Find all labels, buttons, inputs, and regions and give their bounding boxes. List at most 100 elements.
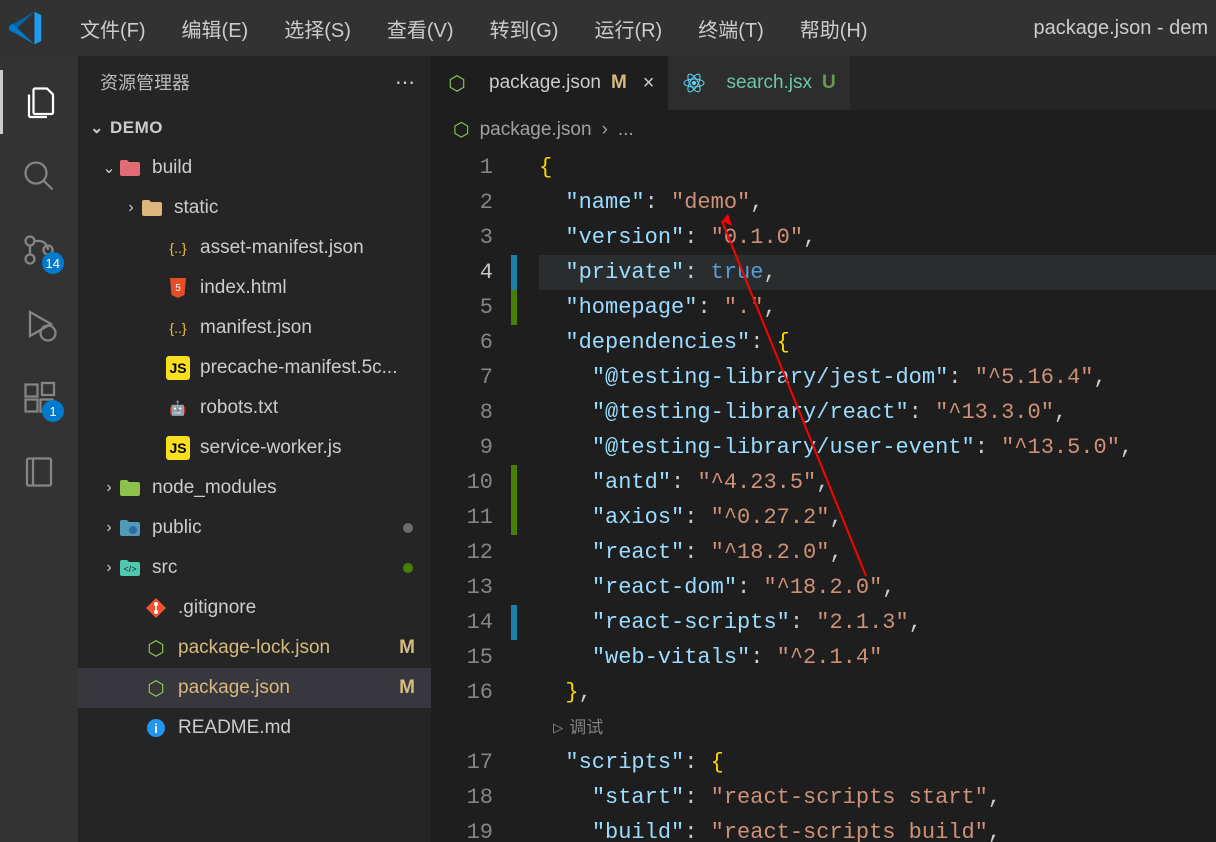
breadcrumbs[interactable]: ⬡ package.json › ... — [431, 110, 1216, 150]
gutter-blank — [511, 675, 517, 710]
code-line[interactable]: "@testing-library/user-event": "^13.5.0"… — [539, 430, 1216, 465]
tree-file[interactable]: .gitignore — [78, 588, 431, 628]
tree-item-label: package.json — [178, 677, 399, 699]
tree-file[interactable]: JS service-worker.js — [78, 428, 431, 468]
folder-header[interactable]: ⌄ DEMO — [78, 108, 431, 148]
activity-bar: 14 1 — [0, 56, 78, 842]
tree-folder[interactable]: ⌄build — [78, 148, 431, 188]
folder-icon — [118, 476, 142, 500]
activity-search[interactable] — [0, 144, 78, 208]
activity-remote[interactable] — [0, 440, 78, 504]
tree-file[interactable]: JS precache-manifest.5c... — [78, 348, 431, 388]
line-number: 11 — [431, 500, 493, 535]
code-line[interactable]: "homepage": ".", — [539, 290, 1216, 325]
tree-item-label: asset-manifest.json — [200, 237, 421, 259]
code-line[interactable]: "web-vitals": "^2.1.4" — [539, 640, 1216, 675]
line-number: 14 — [431, 605, 493, 640]
tree-file[interactable]: ⬡package-lock.jsonM — [78, 628, 431, 668]
activity-scm[interactable]: 14 — [0, 218, 78, 282]
activity-explorer[interactable] — [0, 70, 78, 134]
editor-tab[interactable]: search.jsxU — [668, 56, 849, 110]
folder-name: DEMO — [110, 118, 163, 138]
line-number: 12 — [431, 535, 493, 570]
tree-file[interactable]: ⬡package.jsonM — [78, 668, 431, 708]
svg-text:5: 5 — [175, 283, 181, 294]
line-number: 19 — [431, 815, 493, 842]
js-icon: JS — [166, 356, 190, 380]
sidebar-more-icon[interactable]: ⋯ — [395, 70, 415, 95]
code-line[interactable]: "react-scripts": "2.1.3", — [539, 605, 1216, 640]
tree-item-label: service-worker.js — [200, 437, 421, 459]
code-line[interactable]: "version": "0.1.0", — [539, 220, 1216, 255]
menu-item-7[interactable]: 帮助(H) — [782, 4, 886, 53]
line-number: 2 — [431, 185, 493, 220]
code-line[interactable]: "private": true, — [539, 255, 1216, 290]
code-area[interactable]: 12345678910111213141516171819 { "name": … — [431, 150, 1216, 842]
tree-file[interactable]: 🤖robots.txt — [78, 388, 431, 428]
sidebar-title: 资源管理器 — [100, 69, 190, 95]
tree-file[interactable]: iREADME.md — [78, 708, 431, 748]
chevron-right-icon: › — [100, 559, 118, 577]
code-line[interactable]: { — [539, 150, 1216, 185]
tree-item-label: manifest.json — [200, 317, 421, 339]
folder-icon — [140, 196, 164, 220]
menu-item-2[interactable]: 选择(S) — [266, 4, 369, 53]
gutter-blank — [511, 360, 517, 395]
js-icon: JS — [166, 436, 190, 460]
code-line[interactable]: "@testing-library/jest-dom": "^5.16.4", — [539, 360, 1216, 395]
line-number: 9 — [431, 430, 493, 465]
code-line[interactable]: "scripts": { — [539, 745, 1216, 780]
code-line[interactable]: "@testing-library/react": "^13.3.0", — [539, 395, 1216, 430]
svg-text:i: i — [154, 721, 158, 736]
tree-file[interactable]: {..} manifest.json — [78, 308, 431, 348]
menu-item-3[interactable]: 查看(V) — [369, 4, 472, 53]
nodejs-icon: ⬡ — [144, 636, 168, 660]
gutter-diff-mark — [511, 605, 517, 640]
code-line[interactable]: "start": "react-scripts start", — [539, 780, 1216, 815]
code-line[interactable]: }, — [539, 675, 1216, 710]
activity-extensions[interactable]: 1 — [0, 366, 78, 430]
tree-item-label: package-lock.json — [178, 637, 399, 659]
menu-item-6[interactable]: 终端(T) — [680, 4, 782, 53]
close-icon[interactable]: × — [643, 72, 655, 95]
tree-file[interactable]: 5index.html — [78, 268, 431, 308]
tree-item-label: precache-manifest.5c... — [200, 357, 421, 379]
menu-item-1[interactable]: 编辑(E) — [164, 4, 267, 53]
code-line[interactable]: "build": "react-scripts build", — [539, 815, 1216, 842]
code-line[interactable]: "react-dom": "^18.2.0", — [539, 570, 1216, 605]
tree-file[interactable]: {..}asset-manifest.json — [78, 228, 431, 268]
code-line[interactable]: "react": "^18.2.0", — [539, 535, 1216, 570]
tree-folder[interactable]: ›static — [78, 188, 431, 228]
menu-item-4[interactable]: 转到(G) — [472, 4, 577, 53]
inline-debug-hint[interactable]: 调试 — [539, 720, 603, 739]
code-line[interactable]: "axios": "^0.27.2", — [539, 500, 1216, 535]
line-number: 13 — [431, 570, 493, 605]
tree-folder[interactable]: ›node_modules — [78, 468, 431, 508]
line-number: 16 — [431, 675, 493, 710]
menu-item-0[interactable]: 文件(F) — [62, 4, 164, 53]
code-line[interactable]: "antd": "^4.23.5", — [539, 465, 1216, 500]
tree-folder[interactable]: ›public — [78, 508, 431, 548]
gutter-blank — [511, 745, 517, 780]
menu-item-5[interactable]: 运行(R) — [576, 4, 680, 53]
gutter-diff-mark — [511, 255, 517, 290]
code-content[interactable]: { "name": "demo", "version": "0.1.0", "p… — [519, 150, 1216, 842]
files-icon — [23, 84, 59, 120]
json-icon: {..} — [166, 316, 190, 340]
code-line[interactable]: "dependencies": { — [539, 325, 1216, 360]
git-status-badge: M — [399, 677, 421, 699]
breadcrumb-more: ... — [618, 119, 634, 141]
code-line[interactable]: "name": "demo", — [539, 185, 1216, 220]
gutter-blank — [511, 815, 517, 842]
line-number: 4 — [431, 255, 493, 290]
gutter: 12345678910111213141516171819 — [431, 150, 511, 842]
activity-debug[interactable] — [0, 292, 78, 356]
tab-label: search.jsx — [726, 72, 812, 94]
window-title: package.json - dem — [1033, 17, 1208, 40]
gutter-blank — [511, 640, 517, 675]
tab-label: package.json — [489, 72, 601, 94]
gutter-blank — [511, 535, 517, 570]
tree-folder[interactable]: ›</>src — [78, 548, 431, 588]
react-icon — [682, 71, 706, 95]
editor-tab[interactable]: ⬡package.jsonM× — [431, 56, 668, 110]
